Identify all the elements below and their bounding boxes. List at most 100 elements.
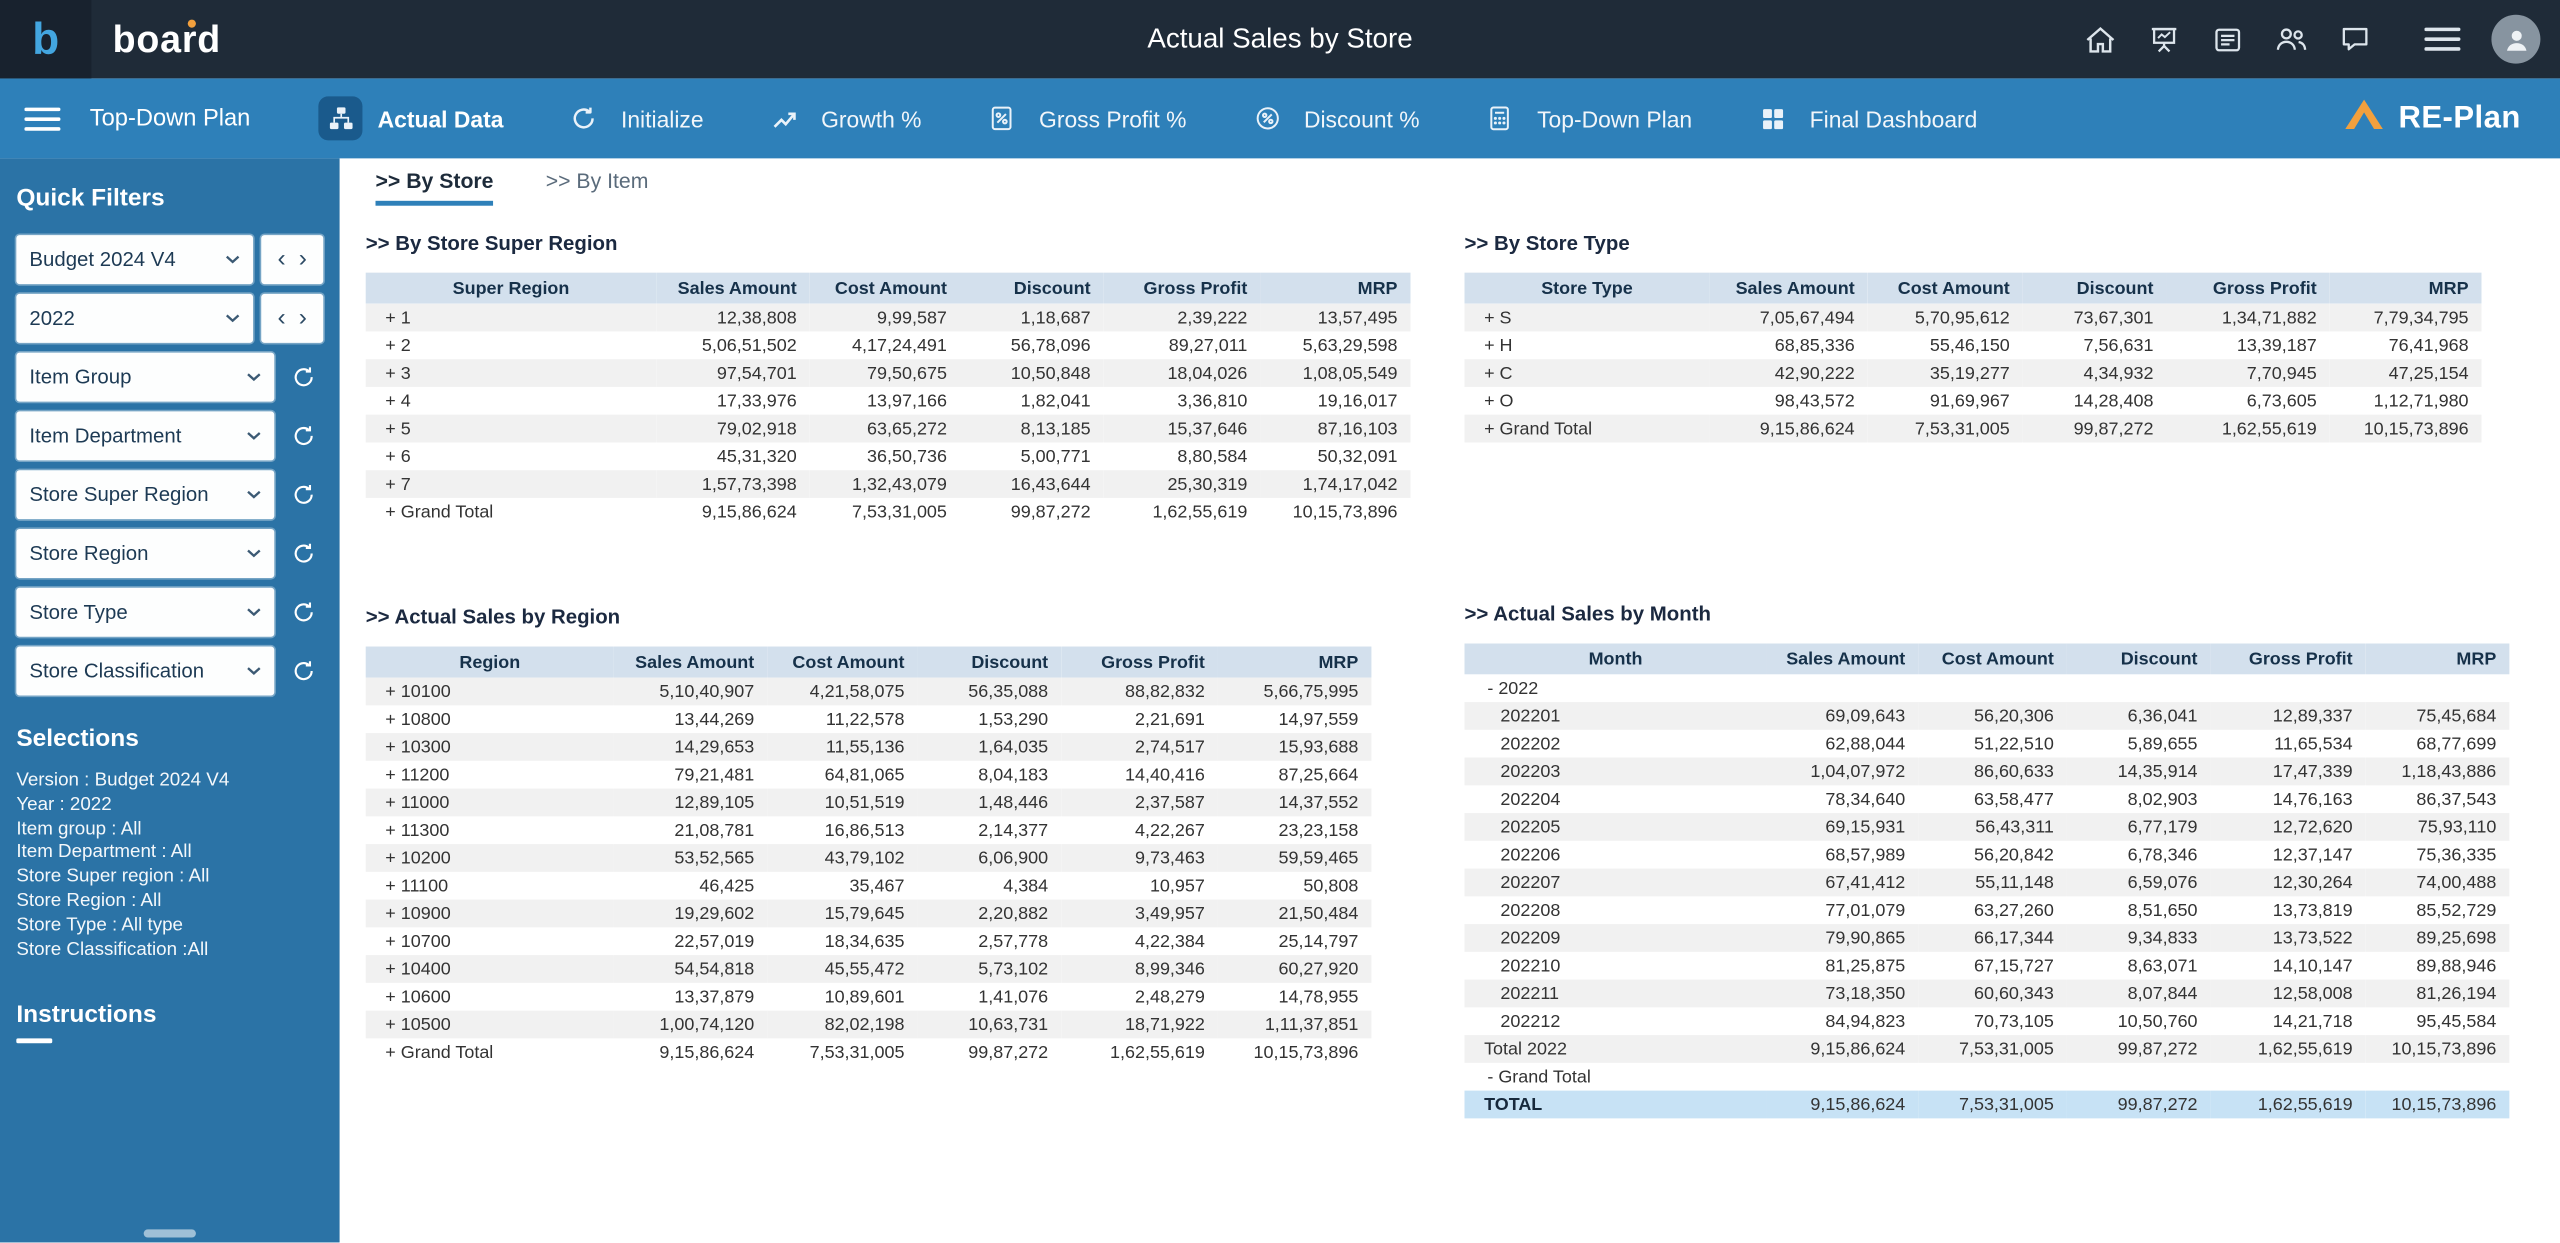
sidebar-scrollbar[interactable] bbox=[144, 1230, 196, 1238]
subtab-by-item[interactable]: >> By Item bbox=[546, 168, 649, 206]
row-label-cell[interactable]: + 10400 bbox=[366, 955, 614, 983]
table-row[interactable]: + 25,06,51,5024,17,24,49156,78,09689,27,… bbox=[366, 331, 1411, 359]
row-label-cell[interactable]: 202203 bbox=[1464, 758, 1766, 786]
row-label-cell[interactable]: + C bbox=[1464, 359, 1709, 387]
row-label-cell[interactable]: + 10300 bbox=[366, 733, 614, 761]
tab-discount[interactable]: Discount % bbox=[1245, 96, 1419, 140]
row-label-cell[interactable]: + Grand Total bbox=[366, 498, 657, 526]
table-row[interactable]: + 645,31,32036,50,7365,00,7718,80,58450,… bbox=[366, 442, 1411, 470]
row-label-cell[interactable]: + 11000 bbox=[366, 789, 614, 817]
table-row[interactable]: + Grand Total9,15,86,6247,53,31,00599,87… bbox=[366, 498, 1411, 526]
table-row[interactable]: + 1100012,89,10510,51,5191,48,4462,37,58… bbox=[366, 789, 1372, 817]
table-row[interactable]: 20220478,34,64063,58,4778,02,90314,76,16… bbox=[1464, 785, 2509, 813]
tab-gross-profit[interactable]: Gross Profit % bbox=[980, 96, 1186, 140]
row-label-cell[interactable]: - 2022 bbox=[1464, 674, 1766, 702]
table-row[interactable]: 20220569,15,93156,43,3116,77,17912,72,62… bbox=[1464, 813, 2509, 841]
row-label-cell[interactable]: + 11300 bbox=[366, 816, 614, 844]
refresh-icon[interactable] bbox=[282, 424, 323, 447]
row-label-cell[interactable]: + 7 bbox=[366, 470, 657, 498]
chat-icon[interactable] bbox=[2333, 18, 2375, 60]
subtab-by-store[interactable]: >> By Store bbox=[376, 168, 494, 206]
row-label-cell[interactable]: 202212 bbox=[1464, 1007, 1766, 1035]
table-row[interactable]: 20221284,94,82370,73,10510,50,76014,21,7… bbox=[1464, 1007, 2509, 1035]
table-row[interactable]: + Grand Total9,15,86,6247,53,31,00599,87… bbox=[366, 1038, 1372, 1066]
table-row[interactable]: + 397,54,70179,50,67510,50,84818,04,0261… bbox=[366, 359, 1411, 387]
table-row[interactable]: 20221081,25,87567,15,7278,63,07114,10,14… bbox=[1464, 952, 2509, 980]
row-label-cell[interactable]: + O bbox=[1464, 387, 1709, 415]
row-label-cell[interactable]: + 11200 bbox=[366, 761, 614, 789]
row-label-cell[interactable]: + H bbox=[1464, 331, 1709, 359]
filter-select-store-region[interactable]: Store Region bbox=[16, 529, 274, 578]
tab-top-down-plan[interactable]: Top-Down Plan bbox=[1478, 96, 1692, 140]
row-label-cell[interactable]: + 1 bbox=[366, 304, 657, 332]
table-row[interactable]: + 112,38,8089,99,5871,18,6872,39,22213,5… bbox=[366, 304, 1411, 332]
presentation-icon[interactable] bbox=[2142, 18, 2184, 60]
board-logo[interactable]: b bbox=[0, 0, 91, 78]
table-row[interactable]: + Grand Total9,15,86,6247,53,31,00599,87… bbox=[1464, 415, 2481, 443]
table-row[interactable]: + 1070022,57,01918,34,6352,57,7784,22,38… bbox=[366, 927, 1372, 955]
prev-arrow-icon[interactable]: ‹ bbox=[278, 245, 286, 274]
table-row[interactable]: 20220668,57,98956,20,8426,78,34612,37,14… bbox=[1464, 841, 2509, 869]
row-label-cell[interactable]: 202207 bbox=[1464, 869, 1766, 897]
table-row[interactable]: + 1130021,08,78116,86,5132,14,3774,22,26… bbox=[366, 816, 1372, 844]
refresh-icon[interactable] bbox=[282, 483, 323, 506]
table-row[interactable]: Total 20229,15,86,6247,53,31,00599,87,27… bbox=[1464, 1035, 2509, 1063]
refresh-icon[interactable] bbox=[282, 542, 323, 565]
table-row[interactable]: + 1090019,29,60215,79,6452,20,8823,49,95… bbox=[366, 900, 1372, 928]
table-row[interactable]: + O98,43,57291,69,96714,28,4086,73,6051,… bbox=[1464, 387, 2481, 415]
row-label-cell[interactable]: + 10900 bbox=[366, 900, 614, 928]
table-row[interactable]: + H68,85,33655,46,1507,56,63113,39,18776… bbox=[1464, 331, 2481, 359]
filter-select-store-super-region[interactable]: Store Super Region bbox=[16, 470, 274, 519]
row-label-cell[interactable]: 202208 bbox=[1464, 896, 1766, 924]
refresh-icon[interactable] bbox=[282, 601, 323, 624]
row-label-cell[interactable]: 202211 bbox=[1464, 980, 1766, 1008]
tab-actual-data[interactable]: Actual Data bbox=[319, 96, 504, 140]
row-label-cell[interactable]: + 3 bbox=[366, 359, 657, 387]
table-row[interactable]: + 1030014,29,65311,55,1361,64,0352,74,51… bbox=[366, 733, 1372, 761]
table-row[interactable]: + 101005,10,40,9074,21,58,07556,35,08888… bbox=[366, 678, 1372, 706]
table-row[interactable]: + 1060013,37,87910,89,6011,41,0762,48,27… bbox=[366, 983, 1372, 1011]
filter-select-budget-2024-v4[interactable]: Budget 2024 V4 bbox=[16, 235, 253, 284]
refresh-icon[interactable] bbox=[282, 366, 323, 389]
row-label-cell[interactable]: + Grand Total bbox=[1464, 415, 1709, 443]
sidebar-menu-icon[interactable] bbox=[24, 105, 66, 131]
table-row[interactable]: TOTAL9,15,86,6247,53,31,00599,87,2721,62… bbox=[1464, 1091, 2509, 1119]
row-label-cell[interactable]: 202205 bbox=[1464, 813, 1766, 841]
row-label-cell[interactable]: + S bbox=[1464, 304, 1709, 332]
row-label-cell[interactable]: + 5 bbox=[366, 415, 657, 443]
tab-final-dashboard[interactable]: Final Dashboard bbox=[1751, 96, 1978, 140]
prev-arrow-icon[interactable]: ‹ bbox=[278, 304, 286, 333]
row-label-cell[interactable]: - Grand Total bbox=[1464, 1063, 1766, 1091]
row-label-cell[interactable]: + 10200 bbox=[366, 844, 614, 872]
table-row[interactable]: 20221173,18,35060,60,3438,07,84412,58,00… bbox=[1464, 980, 2509, 1008]
refresh-icon[interactable] bbox=[282, 660, 323, 683]
tab-initialize[interactable]: Initialize bbox=[562, 96, 703, 140]
table-row[interactable]: + 1040054,54,81845,55,4725,73,1028,99,34… bbox=[366, 955, 1372, 983]
table-row[interactable]: 20220767,41,41255,11,1486,59,07612,30,26… bbox=[1464, 869, 2509, 897]
row-label-cell[interactable]: Total 2022 bbox=[1464, 1035, 1766, 1063]
avatar[interactable] bbox=[2491, 15, 2540, 64]
table-row[interactable]: 2022031,04,07,97286,60,63314,35,91417,47… bbox=[1464, 758, 2509, 786]
table-row[interactable]: + C42,90,22235,19,2774,34,9327,70,94547,… bbox=[1464, 359, 2481, 387]
row-label-cell[interactable]: TOTAL bbox=[1464, 1091, 1766, 1119]
table-row[interactable]: 20220169,09,64356,20,3066,36,04112,89,33… bbox=[1464, 702, 2509, 730]
row-label-cell[interactable]: 202201 bbox=[1464, 702, 1766, 730]
table-row[interactable]: + 579,02,91863,65,2728,13,18515,37,64687… bbox=[366, 415, 1411, 443]
users-icon[interactable] bbox=[2269, 18, 2311, 60]
filter-select-store-classification[interactable]: Store Classification bbox=[16, 647, 274, 696]
table-row[interactable]: + 105001,00,74,12082,02,19810,63,73118,7… bbox=[366, 1011, 1372, 1039]
home-icon[interactable] bbox=[2078, 18, 2120, 60]
next-arrow-icon[interactable]: › bbox=[299, 245, 307, 274]
table-row[interactable]: - 2022 bbox=[1464, 674, 2509, 702]
filter-select-item-group[interactable]: Item Group bbox=[16, 353, 274, 402]
row-label-cell[interactable]: 202206 bbox=[1464, 841, 1766, 869]
table-row[interactable]: + S7,05,67,4945,70,95,61273,67,3011,34,7… bbox=[1464, 304, 2481, 332]
filter-select-item-department[interactable]: Item Department bbox=[16, 411, 274, 460]
row-label-cell[interactable]: + 6 bbox=[366, 442, 657, 470]
row-label-cell[interactable]: + 10600 bbox=[366, 983, 614, 1011]
table-row[interactable]: + 1080013,44,26911,22,5781,53,2902,21,69… bbox=[366, 705, 1372, 733]
row-label-cell[interactable]: + Grand Total bbox=[366, 1038, 614, 1066]
table-row[interactable]: + 1120079,21,48164,81,0658,04,18314,40,4… bbox=[366, 761, 1372, 789]
table-row[interactable]: 20220262,88,04451,22,5105,89,65511,65,53… bbox=[1464, 730, 2509, 758]
table-row[interactable]: 20220877,01,07963,27,2608,51,65013,73,81… bbox=[1464, 896, 2509, 924]
